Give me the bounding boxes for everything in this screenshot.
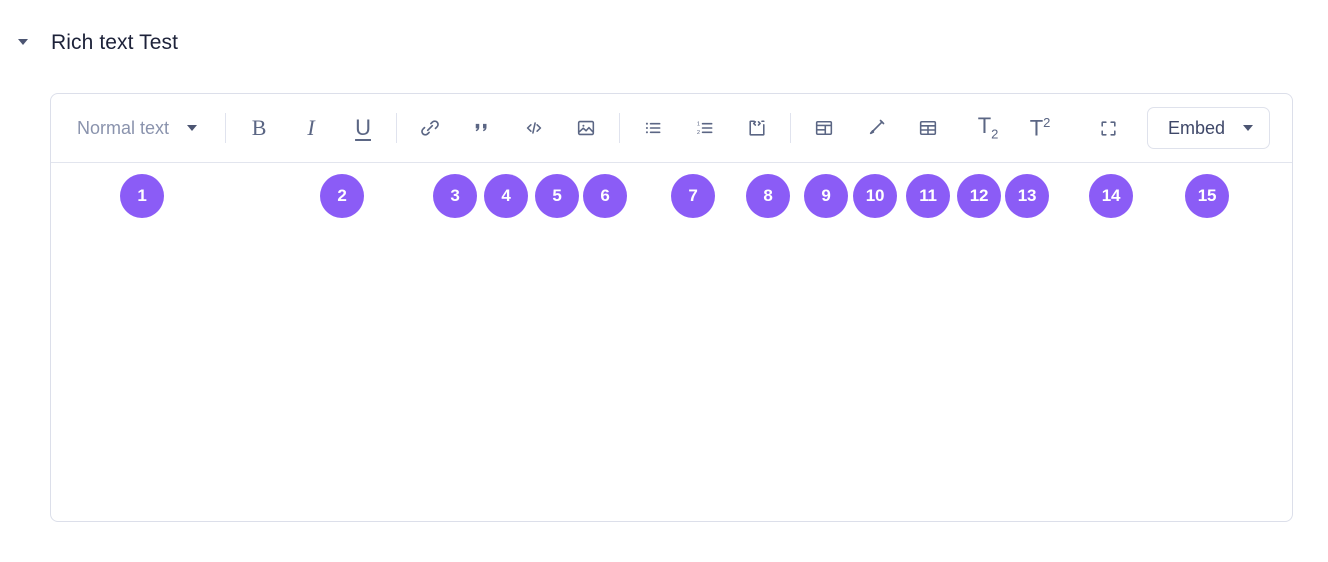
- annotation-badge[interactable]: 7: [671, 174, 715, 218]
- toolbar-divider: [225, 113, 227, 143]
- caret-down-icon: [18, 39, 28, 45]
- table-icon: [919, 120, 937, 136]
- annotation-badge[interactable]: 6: [583, 174, 627, 218]
- quote-icon: [475, 123, 487, 132]
- fullscreen-icon: [1100, 120, 1116, 136]
- italic-button[interactable]: I: [292, 109, 330, 147]
- page-header: Rich text Test: [0, 20, 1328, 64]
- annotation-badge[interactable]: 12: [957, 174, 1001, 218]
- chevron-down-icon: [187, 125, 198, 131]
- svg-text:2: 2: [697, 130, 700, 136]
- layout-button[interactable]: [805, 109, 843, 147]
- link-button[interactable]: [411, 109, 449, 147]
- annotation-badge[interactable]: 2: [320, 174, 364, 218]
- blockquote-button[interactable]: [463, 109, 501, 147]
- toolbar-divider: [790, 113, 792, 143]
- toolbar-divider: [619, 113, 621, 143]
- block-type-dropdown[interactable]: Normal text: [69, 115, 203, 141]
- chevron-down-icon: [1243, 125, 1254, 131]
- code-icon: [526, 122, 542, 134]
- subscript-icon: T2: [977, 113, 999, 142]
- embed-dropdown-button[interactable]: Embed: [1147, 107, 1271, 149]
- table-button[interactable]: [909, 109, 947, 147]
- superscript-icon: T2: [1029, 115, 1051, 141]
- annotation-badge[interactable]: 15: [1185, 174, 1229, 218]
- bulleted-list-icon: [645, 122, 661, 134]
- rich-text-editor: Normal text B I U 1 2 T2 T2 Embed: [50, 93, 1293, 522]
- link-icon: [421, 120, 439, 136]
- bulleted-list-button[interactable]: [634, 109, 672, 147]
- italic-icon: I: [307, 115, 315, 140]
- pen-icon: [869, 119, 885, 135]
- image-icon: [577, 120, 595, 136]
- code-block-icon: [749, 120, 765, 136]
- annotation-badge[interactable]: 13: [1005, 174, 1049, 218]
- annotation-badge[interactable]: 5: [535, 174, 579, 218]
- highlight-button[interactable]: [857, 109, 895, 147]
- collapse-caret-down-icon[interactable]: [12, 31, 34, 53]
- bold-icon: B: [251, 115, 267, 140]
- page-title: Rich text Test: [51, 30, 179, 54]
- editor-toolbar: Normal text B I U 1 2 T2 T2 Embed: [51, 94, 1292, 163]
- annotation-badge[interactable]: 8: [746, 174, 790, 218]
- annotation-badge[interactable]: 9: [804, 174, 848, 218]
- embed-label: Embed: [1168, 118, 1226, 138]
- inline-code-button[interactable]: [515, 109, 553, 147]
- layout-icon: [815, 120, 833, 136]
- annotation-badge[interactable]: 14: [1089, 174, 1133, 218]
- toolbar-divider: [396, 113, 398, 143]
- annotation-badge[interactable]: 1: [120, 174, 164, 218]
- annotation-badge[interactable]: 4: [484, 174, 528, 218]
- numbered-list-button[interactable]: 1 2: [686, 109, 724, 147]
- block-type-label: Normal text: [77, 118, 170, 138]
- superscript-button[interactable]: T2: [1021, 109, 1059, 147]
- numbered-list-icon: 1 2: [697, 122, 713, 136]
- underline-icon: U: [355, 115, 371, 140]
- fullscreen-button[interactable]: [1089, 109, 1127, 147]
- annotation-badge[interactable]: 11: [906, 174, 950, 218]
- annotation-badge[interactable]: 3: [433, 174, 477, 218]
- code-block-button[interactable]: [738, 109, 776, 147]
- annotation-badge[interactable]: 10: [853, 174, 897, 218]
- subscript-button[interactable]: T2: [969, 109, 1007, 147]
- svg-text:1: 1: [697, 122, 700, 128]
- bold-button[interactable]: B: [240, 109, 278, 147]
- image-button[interactable]: [567, 109, 605, 147]
- underline-button[interactable]: U: [344, 109, 382, 147]
